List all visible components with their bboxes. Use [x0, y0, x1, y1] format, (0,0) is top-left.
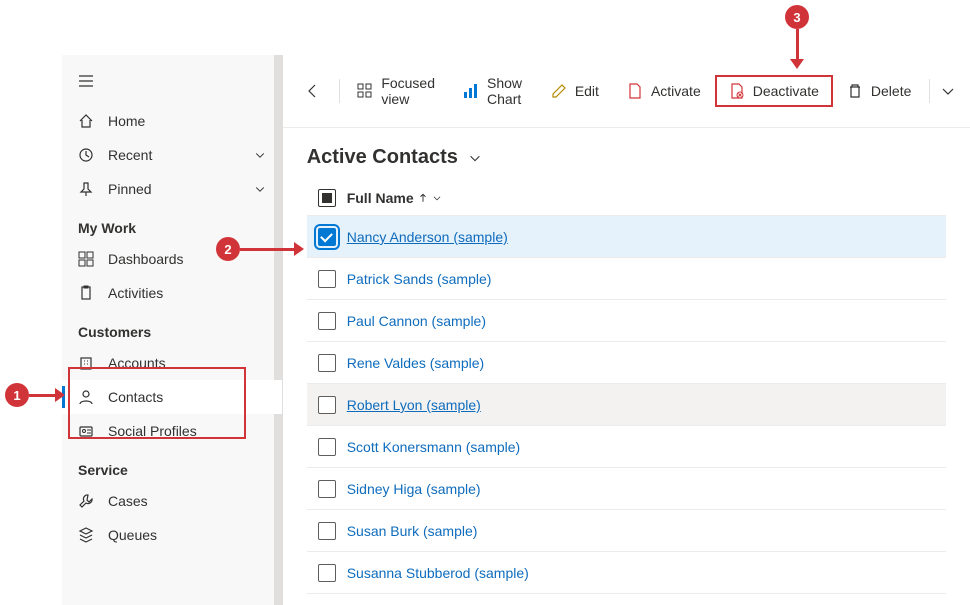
- table-row: Susan Burk (sample): [307, 510, 946, 552]
- contact-link[interactable]: Paul Cannon (sample): [347, 313, 486, 329]
- nav-home[interactable]: Home: [62, 104, 282, 138]
- trash-icon: [847, 83, 863, 99]
- focused-view-button[interactable]: Focused view: [343, 67, 449, 115]
- deactivate-button[interactable]: Deactivate: [715, 75, 833, 107]
- toolbar-label: Edit: [575, 83, 599, 99]
- toolbar-label: Focused view: [381, 75, 435, 107]
- table-row: Robert Lyon (sample): [307, 384, 946, 426]
- view-title: Active Contacts: [307, 146, 458, 169]
- row-checkbox[interactable]: [318, 354, 336, 372]
- chevron-down-icon: [254, 183, 266, 195]
- nav-label: Recent: [108, 147, 254, 163]
- row-checkbox[interactable]: [318, 228, 336, 246]
- document-icon: [627, 83, 643, 99]
- table-row: Scott Konersmann (sample): [307, 426, 946, 468]
- table-row: Paul Cannon (sample): [307, 300, 946, 342]
- column-label: Full Name: [347, 190, 414, 206]
- nav-section-header: Service: [62, 448, 282, 484]
- row-checkbox[interactable]: [318, 522, 336, 540]
- toolbar: Focused view Show Chart Edit Activate De…: [283, 55, 970, 128]
- nav-label: Cases: [108, 493, 266, 509]
- hamburger-button[interactable]: [62, 65, 282, 104]
- contact-link[interactable]: Patrick Sands (sample): [347, 271, 492, 287]
- clipboard-icon: [78, 285, 94, 301]
- contact-link[interactable]: Sidney Higa (sample): [347, 481, 481, 497]
- view-header: Active Contacts: [283, 128, 970, 181]
- row-checkbox[interactable]: [318, 480, 336, 498]
- row-checkbox[interactable]: [318, 564, 336, 582]
- contact-link[interactable]: Scott Konersmann (sample): [347, 439, 521, 455]
- toolbar-label: Activate: [651, 83, 701, 99]
- row-checkbox[interactable]: [318, 270, 336, 288]
- nav-section-header: My Work: [62, 206, 282, 242]
- nav-pinned[interactable]: Pinned: [62, 172, 282, 206]
- nav-social-profiles[interactable]: Social Profiles: [62, 414, 282, 448]
- sort-asc-icon: [418, 193, 428, 203]
- wrench-icon: [78, 493, 94, 509]
- contact-link[interactable]: Susan Burk (sample): [347, 523, 478, 539]
- contact-link[interactable]: Rene Valdes (sample): [347, 355, 484, 371]
- row-checkbox[interactable]: [318, 312, 336, 330]
- select-all-checkbox[interactable]: [318, 189, 336, 207]
- table-header-row: Full Name: [307, 181, 946, 216]
- overflow-button[interactable]: [934, 75, 962, 107]
- nav-contacts[interactable]: Contacts: [62, 380, 282, 414]
- nav-label: Activities: [108, 285, 266, 301]
- toolbar-label: Delete: [871, 83, 911, 99]
- chevron-down-icon: [432, 193, 442, 203]
- contact-link[interactable]: Robert Lyon (sample): [347, 397, 481, 413]
- pin-icon: [78, 181, 94, 197]
- chevron-down-icon: [940, 83, 956, 99]
- contact-link[interactable]: Susanna Stubberod (sample): [347, 565, 529, 581]
- back-button[interactable]: [291, 75, 335, 107]
- toolbar-label: Show Chart: [487, 75, 523, 107]
- show-chart-button[interactable]: Show Chart: [449, 67, 537, 115]
- sidebar: Home Recent Pinned My Work Dashboards Activi…: [62, 55, 283, 605]
- clock-icon: [78, 147, 94, 163]
- column-header-fullname[interactable]: Full Name: [347, 190, 442, 206]
- pencil-icon: [551, 83, 567, 99]
- nav-label: Pinned: [108, 181, 254, 197]
- badge-icon: [78, 423, 94, 439]
- activate-button[interactable]: Activate: [613, 75, 715, 107]
- dashboard-icon: [78, 251, 94, 267]
- table-row: Sidney Higa (sample): [307, 468, 946, 510]
- nav-label: Queues: [108, 527, 266, 543]
- stack-icon: [78, 527, 94, 543]
- main-content: Focused view Show Chart Edit Activate De…: [283, 55, 970, 605]
- contact-link[interactable]: Nancy Anderson (sample): [347, 229, 508, 245]
- callout-3: 3: [785, 5, 809, 29]
- chevron-down-icon: [254, 149, 266, 161]
- chevron-down-icon[interactable]: [468, 151, 482, 165]
- row-checkbox[interactable]: [318, 438, 336, 456]
- nav-section-header: Customers: [62, 310, 282, 346]
- person-icon: [78, 389, 94, 405]
- delete-button[interactable]: Delete: [833, 75, 925, 107]
- nav-activities[interactable]: Activities: [62, 276, 282, 310]
- callout-1: 1: [5, 383, 29, 407]
- table-row: Rene Valdes (sample): [307, 342, 946, 384]
- document-x-icon: [729, 83, 745, 99]
- home-icon: [78, 113, 94, 129]
- nav-queues[interactable]: Queues: [62, 518, 282, 552]
- nav-label: Accounts: [108, 355, 266, 371]
- grid-icon: [357, 83, 373, 99]
- nav-label: Contacts: [108, 389, 266, 405]
- nav-cases[interactable]: Cases: [62, 484, 282, 518]
- nav-accounts[interactable]: Accounts: [62, 346, 282, 380]
- callout-2: 2: [216, 237, 240, 261]
- chart-icon: [463, 83, 479, 99]
- edit-button[interactable]: Edit: [537, 75, 613, 107]
- nav-recent[interactable]: Recent: [62, 138, 282, 172]
- nav-label: Social Profiles: [108, 423, 266, 439]
- table-row: Patrick Sands (sample): [307, 258, 946, 300]
- nav-label: Home: [108, 113, 266, 129]
- toolbar-label: Deactivate: [753, 83, 819, 99]
- table-row: Susanna Stubberod (sample): [307, 552, 946, 594]
- contacts-table: Full Name Nancy Anderson (sample) Patrick…: [283, 181, 970, 594]
- building-icon: [78, 355, 94, 371]
- nav-label: Dashboards: [108, 251, 266, 267]
- row-checkbox[interactable]: [318, 396, 336, 414]
- table-row: Nancy Anderson (sample): [307, 216, 946, 258]
